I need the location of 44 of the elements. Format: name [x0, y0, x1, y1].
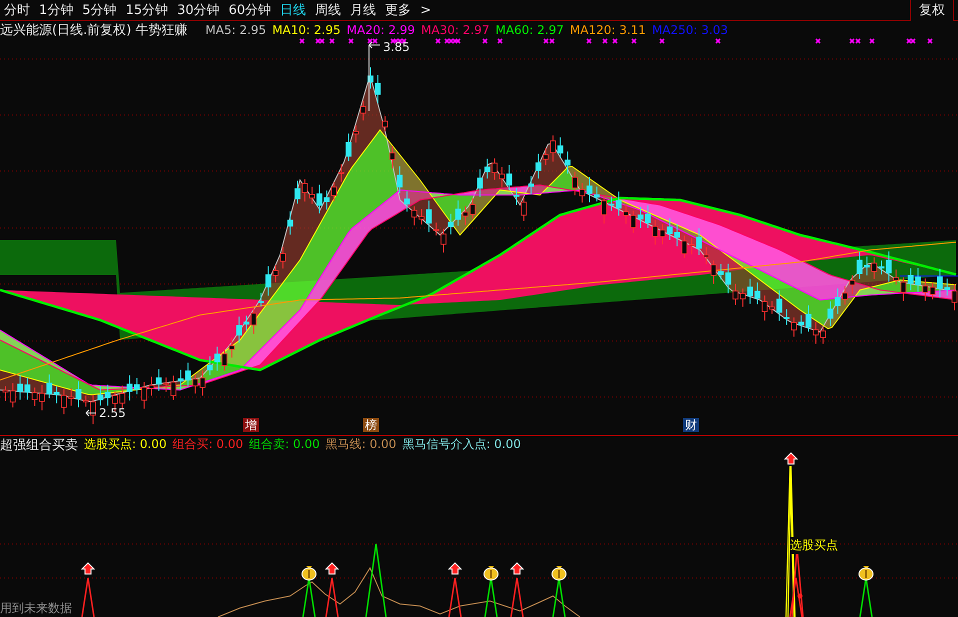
moving-average-value: MA10: 2.95 — [272, 23, 341, 37]
period-tab[interactable]: 分时 — [4, 1, 30, 19]
restore-button[interactable]: 复权 — [910, 0, 954, 20]
period-tab[interactable]: 5分钟 — [82, 1, 117, 19]
indicator-value: 选股买点: 0.00 — [84, 436, 167, 453]
period-tab[interactable]: 15分钟 — [126, 1, 168, 19]
period-tab[interactable]: 1分钟 — [39, 1, 74, 19]
money-bag-icon — [552, 566, 566, 580]
more-tab[interactable]: 更多 — [385, 1, 412, 19]
money-bag-icon — [858, 566, 874, 580]
event-marker[interactable]: 榜 — [363, 418, 379, 432]
moving-average-value: MA60: 2.97 — [495, 23, 564, 37]
period-tab[interactable]: 周线 — [315, 1, 342, 19]
low-price-label: 2.55 — [99, 406, 126, 420]
chevron-right-icon[interactable]: > — [420, 2, 432, 18]
indicator-value: 组合买: 0.00 — [172, 436, 244, 453]
event-marker[interactable]: 增 — [243, 418, 259, 432]
indicator-value: 组合卖: 0.00 — [249, 436, 320, 453]
period-tab[interactable]: 60分钟 — [228, 1, 272, 19]
moving-average-value: MA20: 2.99 — [346, 23, 416, 37]
indicator-value: 黑马信号介入点: 0.00 — [402, 436, 521, 453]
up-arrow-icon — [324, 562, 340, 574]
high-price-label: 3.85 — [383, 40, 410, 54]
high-arrow-icon — [368, 42, 380, 112]
chart-title: 远兴能源(日线.前复权) 牛势狂赚 — [0, 22, 188, 39]
up-arrow-icon — [510, 562, 524, 574]
money-bag-icon — [302, 566, 316, 580]
up-arrow-icon — [784, 452, 798, 464]
moving-average-value: MA30: 2.97 — [421, 23, 490, 37]
event-marker[interactable]: 财 — [683, 418, 699, 432]
footnote-text: 用到未来数据 — [0, 600, 72, 617]
money-bag-icon — [484, 566, 498, 580]
low-arrow-icon — [86, 410, 96, 416]
up-arrow-icon — [80, 562, 96, 574]
period-tab[interactable]: 月线 — [350, 1, 376, 19]
indicator-value: 黑马线: 0.00 — [326, 436, 396, 453]
moving-average-value: MA250: 3.03 — [652, 23, 728, 37]
signal-label: 选股买点 — [790, 537, 838, 554]
moving-average-value: MA5: 2.95 — [205, 23, 266, 37]
moving-average-value: MA120: 3.11 — [570, 23, 646, 37]
period-tab[interactable]: 30分钟 — [177, 1, 220, 19]
period-tab[interactable]: 日线 — [280, 1, 306, 19]
indicator-title: 超强组合买卖 — [0, 436, 78, 454]
up-arrow-icon — [448, 562, 462, 574]
